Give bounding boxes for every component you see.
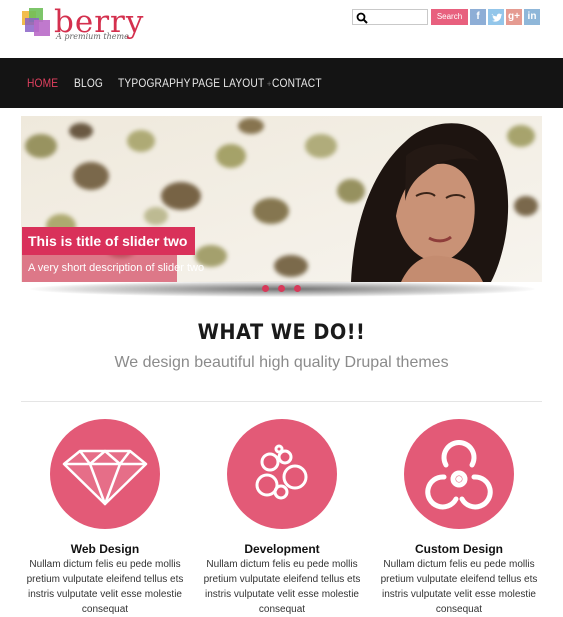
feature-text: Nullam dictum felis eu pede mollis preti… [26, 559, 184, 615]
feature-circle[interactable] [404, 419, 514, 529]
twitter-bird-icon [491, 13, 503, 22]
search-field[interactable] [352, 9, 428, 25]
feature-text: Nullam dictum felis eu pede mollis preti… [380, 559, 538, 615]
nav-item-blog[interactable]: BLOG [74, 58, 103, 108]
slider-dot-1[interactable] [262, 285, 269, 292]
site-logo[interactable]: berry A premium theme [22, 4, 162, 44]
section-heading: WHAT WE DO!! [197, 320, 366, 344]
nav-item-home[interactable]: HOME [27, 58, 58, 108]
slide-description: A very short description of slider two [22, 255, 204, 282]
logo-square [34, 20, 50, 36]
nav-item-typography[interactable]: TYPOGRAPHY [118, 58, 191, 108]
search-input[interactable] [371, 11, 425, 23]
biohazard-icon [425, 440, 493, 510]
feature-title: Custom Design [414, 542, 503, 556]
feature-title: Web Design [70, 542, 140, 556]
feature-text: Nullam dictum felis eu pede mollis preti… [203, 559, 361, 615]
nav-item-page-layout[interactable]: PAGE LAYOUT + [192, 58, 272, 108]
facebook-icon[interactable]: f [470, 9, 486, 25]
brand-tagline: A premium theme [56, 32, 129, 41]
main-navigation: HOME BLOG TYPOGRAPHY PAGE LAYOUT + CONTAC… [0, 58, 563, 108]
slide-title: This is title of slider two [22, 227, 196, 255]
section-subheading: We design beautiful high quality Drupal … [114, 354, 449, 371]
feature-circle[interactable] [50, 419, 160, 529]
feature-title: Development [244, 542, 320, 556]
site-header: berry A premium theme Search f g+ in [0, 0, 563, 58]
search-icon [356, 12, 368, 24]
nav-item-label: PAGE LAYOUT [192, 76, 265, 90]
search-button[interactable]: Search [431, 9, 468, 25]
google-plus-icon[interactable]: g+ [506, 9, 522, 25]
nav-item-contact[interactable]: CONTACT [272, 58, 322, 108]
slider-dot-2[interactable] [278, 285, 285, 292]
linkedin-icon[interactable]: in [524, 9, 540, 25]
slider-dot-3[interactable] [294, 285, 301, 292]
bubbles-icon [255, 444, 308, 500]
dropdown-caret-icon: + [266, 79, 272, 89]
feature-circle[interactable] [227, 419, 337, 529]
diamond-icon [62, 449, 148, 506]
section-divider [21, 401, 542, 402]
twitter-icon[interactable] [488, 9, 504, 25]
